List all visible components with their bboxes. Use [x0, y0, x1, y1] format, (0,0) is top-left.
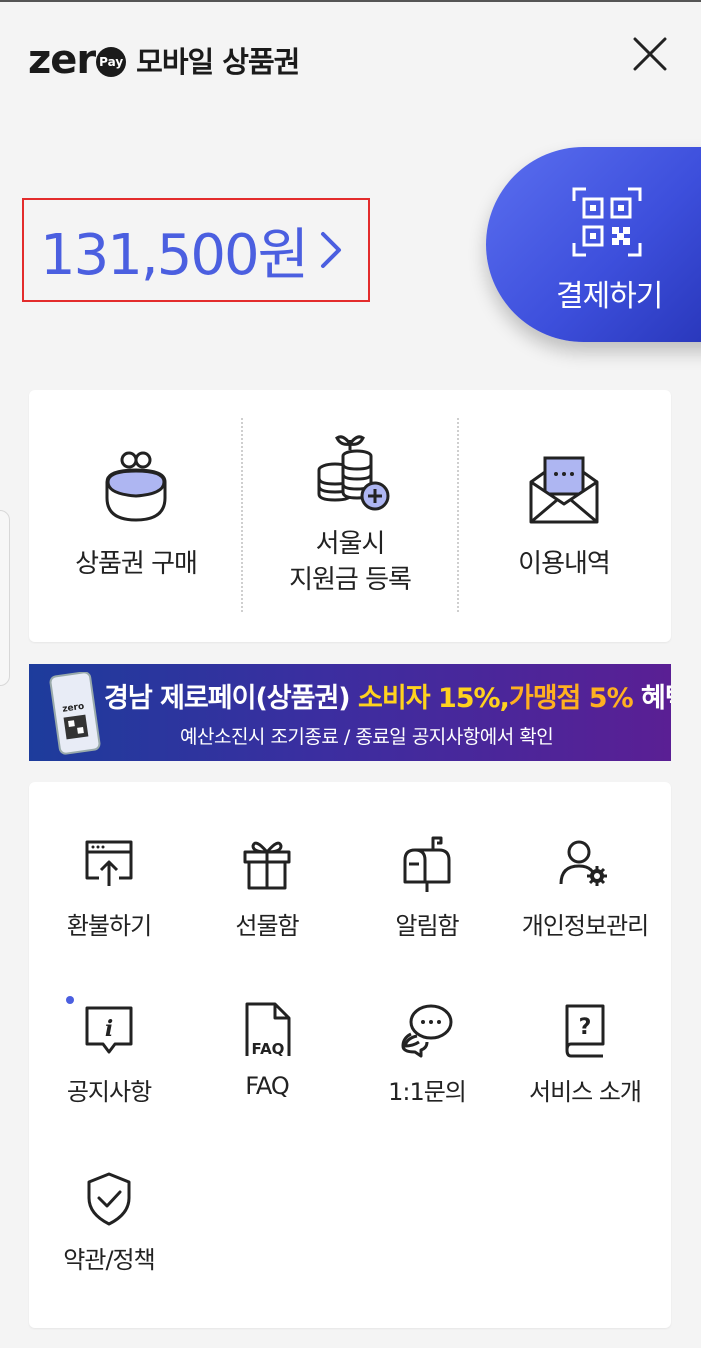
quick-menu-card: 상품권 구매 서울시 지원금 등록 이용내역 [29, 390, 671, 642]
info-bubble-icon: i [85, 1006, 133, 1054]
coin-purse-icon [105, 451, 167, 522]
menu-item-label: 공지사항 [66, 1078, 152, 1106]
quick-item-label-text: 서울시 지원금 등록 [289, 529, 412, 595]
menu-item-terms[interactable]: 약관/정책 [29, 1168, 189, 1298]
faq-icon-text: FAQ [252, 1040, 285, 1058]
menu-item-service-intro[interactable]: ? 서비스 소개 [505, 1000, 665, 1130]
side-drawer-handle[interactable] [0, 510, 10, 686]
balance-amount: 131,500원 [40, 222, 309, 288]
logo-pay-badge: Pay [96, 47, 127, 77]
promo-banner[interactable]: zero 경남 제로페이(상품권) 소비자 15%,가맹점 5% 혜택 예산소진… [29, 664, 671, 761]
menu-item-label: 1:1문의 [388, 1078, 467, 1106]
question-book-icon: ? [565, 1004, 605, 1058]
menu-item-refund[interactable]: 환불하기 [29, 834, 189, 964]
refund-upload-icon [85, 840, 133, 886]
envelope-icon [529, 456, 599, 524]
menu-item-label: 선물함 [235, 912, 299, 940]
pay-button-label: 결제하기 [556, 279, 663, 314]
qr-code-icon [572, 187, 642, 257]
banner-subtext: 예산소진시 조기종료 / 종료일 공지사항에서 확인 [180, 726, 554, 748]
quick-item-label: 상품권 구매 [75, 549, 198, 579]
coin-stack-plus-icon [317, 435, 390, 511]
menu-item-label: FAQ [245, 1072, 290, 1100]
quick-item-label: 서울시 지원금 등록 [243, 526, 457, 598]
menu-item-label: 환불하기 [66, 912, 152, 940]
banner-headline-suffix: 혜택 [641, 683, 671, 714]
faq-document-icon: FAQ [245, 1002, 291, 1058]
header: zer Pay 모바일 상품권 [0, 0, 701, 120]
banner-consumer-rate: 소비자 15%, [358, 683, 510, 714]
menu-card: 환불하기 선물함 알림함 개인정보관리 i 공지사항 FAQ FAQ 1:1문의… [29, 782, 671, 1328]
user-settings-icon [559, 840, 607, 886]
chat-bubbles-icon [401, 1004, 453, 1058]
svg-text:i: i [105, 1016, 113, 1042]
mailbox-icon [403, 836, 451, 892]
menu-item-faq[interactable]: FAQ FAQ [187, 1000, 347, 1130]
menu-item-notice[interactable]: i 공지사항 [29, 1000, 189, 1130]
quick-item-label: 이용내역 [518, 549, 611, 579]
phone-illustration: zero [49, 672, 101, 755]
logo-wordmark: zer [28, 37, 96, 83]
banner-merchant-rate: 가맹점 5% [508, 683, 634, 714]
quick-item-purchase[interactable]: 상품권 구매 [29, 390, 243, 642]
quick-item-seoul-register[interactable]: 서울시 지원금 등록 [243, 390, 457, 642]
menu-item-privacy[interactable]: 개인정보관리 [505, 834, 665, 964]
gift-icon [243, 841, 291, 890]
question-icon-text: ? [579, 1015, 592, 1040]
menu-item-label: 약관/정책 [63, 1246, 155, 1274]
zeropay-logo: zer Pay 모바일 상품권 [28, 37, 300, 83]
shield-check-icon [87, 1172, 131, 1226]
banner-headline: 경남 제로페이(상품권) 소비자 15%,가맹점 5% 혜택 [104, 676, 671, 715]
menu-item-inquiry[interactable]: 1:1문의 [347, 1000, 507, 1130]
menu-item-label: 서비스 소개 [528, 1078, 642, 1106]
pay-button[interactable]: 결제하기 [486, 147, 701, 342]
menu-item-gift[interactable]: 선물함 [187, 834, 347, 964]
menu-item-label: 알림함 [395, 912, 459, 940]
chevron-right-icon [321, 232, 342, 268]
balance-link[interactable]: 131,500원 [22, 198, 370, 302]
menu-item-label: 개인정보관리 [521, 912, 649, 940]
menu-item-notifications[interactable]: 알림함 [347, 834, 507, 964]
quick-item-history[interactable]: 이용내역 [457, 390, 671, 642]
page-title: 모바일 상품권 [136, 45, 300, 79]
close-icon[interactable] [626, 30, 674, 78]
banner-headline-part: 경남 제로페이(상품권) [104, 683, 359, 714]
